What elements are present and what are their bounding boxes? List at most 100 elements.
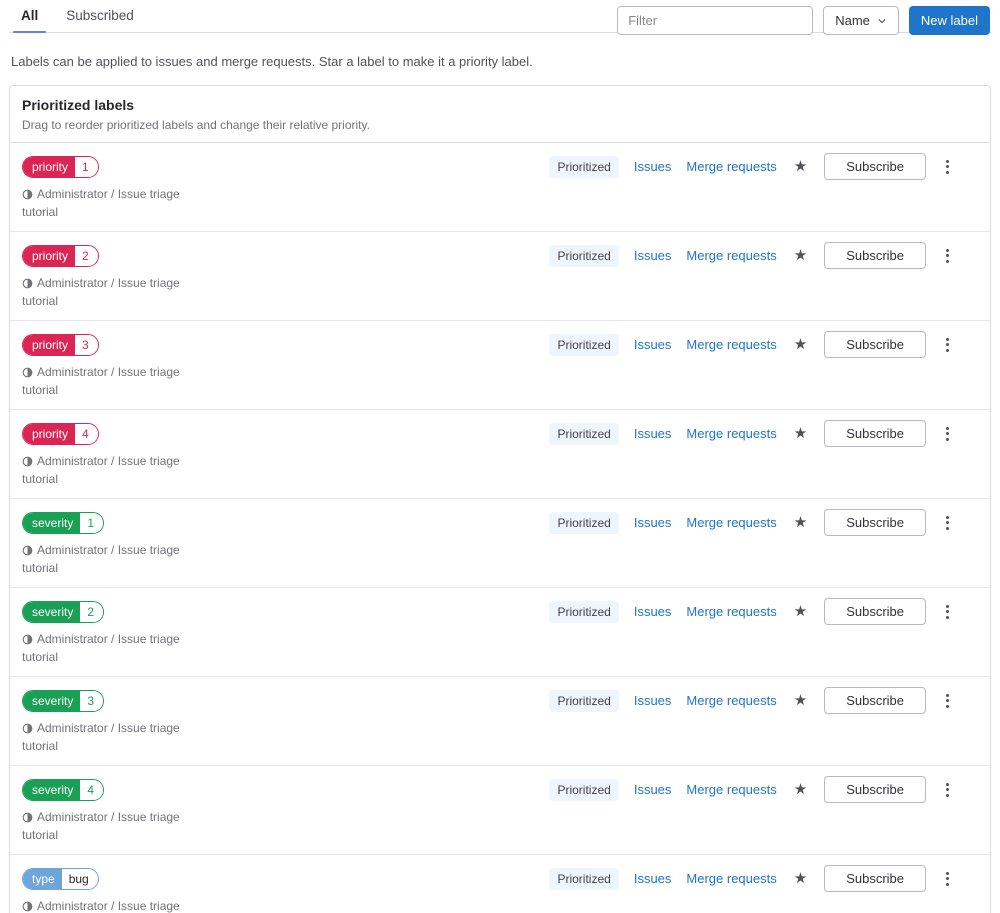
scoped-label-key: severity <box>23 512 81 533</box>
subscribe-button[interactable]: Subscribe <box>824 687 926 714</box>
scoped-label[interactable]: priority 2 <box>22 244 99 267</box>
project-path: Administrator / Issue triage <box>22 365 978 379</box>
project-path-line2: tutorial <box>22 561 59 575</box>
label-row[interactable]: priority 3 Prioritized Issues Merge requ… <box>10 320 990 409</box>
issues-link[interactable]: Issues <box>634 871 672 886</box>
scoped-label[interactable]: severity 4 <box>22 778 105 801</box>
project-path-line2: tutorial <box>22 650 59 664</box>
more-actions-icon[interactable] <box>941 599 954 625</box>
merge-requests-link[interactable]: Merge requests <box>686 426 776 441</box>
filter-input[interactable] <box>618 7 813 34</box>
merge-requests-link[interactable]: Merge requests <box>686 604 776 619</box>
page-description: Labels can be applied to issues and merg… <box>11 54 533 69</box>
project-path-line1: Administrator / Issue triage <box>37 810 180 824</box>
sort-dropdown[interactable]: Name <box>823 6 899 35</box>
label-row[interactable]: severity 2 Prioritized Issues Merge requ… <box>10 587 990 676</box>
project-path-line1: Administrator / Issue triage <box>37 365 180 379</box>
issues-link[interactable]: Issues <box>634 159 672 174</box>
subscribe-button[interactable]: Subscribe <box>824 420 926 447</box>
scoped-label-value: 3 <box>75 334 98 355</box>
star-icon[interactable]: ★ <box>792 515 809 530</box>
label-row[interactable]: severity 1 Prioritized Issues Merge requ… <box>10 498 990 587</box>
label-row[interactable]: severity 4 Prioritized Issues Merge requ… <box>10 765 990 854</box>
star-icon[interactable]: ★ <box>792 248 809 263</box>
scoped-label[interactable]: severity 3 <box>22 689 105 712</box>
label-row[interactable]: severity 3 Prioritized Issues Merge requ… <box>10 676 990 765</box>
subscribe-button[interactable]: Subscribe <box>824 509 926 536</box>
scoped-label[interactable]: priority 3 <box>22 333 99 356</box>
more-actions-icon[interactable] <box>941 243 954 269</box>
prioritized-indicator: Prioritized <box>549 511 619 534</box>
merge-requests-link[interactable]: Merge requests <box>686 515 776 530</box>
prioritized-labels-card: Prioritized labels Drag to reorder prior… <box>9 85 991 913</box>
label-row[interactable]: priority 2 Prioritized Issues Merge requ… <box>10 231 990 320</box>
label-row[interactable]: priority 1 Prioritized Issues Merge requ… <box>10 143 990 231</box>
subscribe-button[interactable]: Subscribe <box>824 776 926 803</box>
subscribe-button[interactable]: Subscribe <box>824 242 926 269</box>
issues-link[interactable]: Issues <box>634 604 672 619</box>
issues-link[interactable]: Issues <box>634 337 672 352</box>
merge-requests-link[interactable]: Merge requests <box>686 337 776 352</box>
more-actions-icon[interactable] <box>941 154 954 180</box>
project-path: Administrator / Issue triage <box>22 454 978 468</box>
chevron-down-icon <box>877 16 887 26</box>
merge-requests-link[interactable]: Merge requests <box>686 248 776 263</box>
subscribe-button[interactable]: Subscribe <box>824 598 926 625</box>
scoped-label-key: priority <box>23 334 76 355</box>
group-icon <box>22 634 33 645</box>
merge-requests-link[interactable]: Merge requests <box>686 159 776 174</box>
star-icon[interactable]: ★ <box>792 337 809 352</box>
project-path: Administrator / Issue triage <box>22 543 978 557</box>
subscribe-button[interactable]: Subscribe <box>824 153 926 180</box>
more-actions-icon[interactable] <box>941 866 954 892</box>
scoped-label[interactable]: type bug <box>22 867 99 890</box>
label-row-top: severity 4 Prioritized Issues Merge requ… <box>22 776 978 803</box>
scoped-label[interactable]: severity 2 <box>22 600 105 623</box>
star-icon[interactable]: ★ <box>792 159 809 174</box>
card-title: Prioritized labels <box>22 97 135 113</box>
project-path: Administrator / Issue triage <box>22 632 978 646</box>
more-actions-icon[interactable] <box>941 421 954 447</box>
scoped-label[interactable]: severity 1 <box>22 511 105 534</box>
more-actions-icon[interactable] <box>941 332 954 358</box>
issues-link[interactable]: Issues <box>634 693 672 708</box>
issues-link[interactable]: Issues <box>634 782 672 797</box>
merge-requests-link[interactable]: Merge requests <box>686 693 776 708</box>
tab-subscribed[interactable]: Subscribed <box>56 0 144 32</box>
star-icon[interactable]: ★ <box>792 426 809 441</box>
scoped-label[interactable]: priority 4 <box>22 422 99 445</box>
scoped-label[interactable]: priority 1 <box>22 155 99 178</box>
group-icon <box>22 901 33 912</box>
card-subtitle: Drag to reorder prioritized labels and c… <box>22 118 370 132</box>
star-icon[interactable]: ★ <box>792 782 809 797</box>
label-row-top: severity 3 Prioritized Issues Merge requ… <box>22 687 978 714</box>
more-actions-icon[interactable] <box>941 688 954 714</box>
scoped-label-key: type <box>23 868 62 889</box>
star-icon[interactable]: ★ <box>792 871 809 886</box>
subscribe-button[interactable]: Subscribe <box>824 331 926 358</box>
subscribe-button[interactable]: Subscribe <box>824 865 926 892</box>
merge-requests-link[interactable]: Merge requests <box>686 782 776 797</box>
issues-link[interactable]: Issues <box>634 248 672 263</box>
merge-requests-link[interactable]: Merge requests <box>686 871 776 886</box>
label-row[interactable]: type bug Prioritized Issues Merge reques… <box>10 854 990 913</box>
issues-link[interactable]: Issues <box>634 515 672 530</box>
issues-link[interactable]: Issues <box>634 426 672 441</box>
star-icon[interactable]: ★ <box>792 693 809 708</box>
more-actions-icon[interactable] <box>941 777 954 803</box>
prioritized-indicator: Prioritized <box>549 155 619 178</box>
prioritized-indicator: Prioritized <box>549 778 619 801</box>
more-actions-icon[interactable] <box>941 510 954 536</box>
new-label-button[interactable]: New label <box>908 6 990 35</box>
label-row-actions: Prioritized Issues Merge requests ★ Subs… <box>549 153 978 180</box>
prioritized-indicator: Prioritized <box>549 600 619 623</box>
label-row[interactable]: priority 4 Prioritized Issues Merge requ… <box>10 409 990 498</box>
prioritized-indicator: Prioritized <box>549 333 619 356</box>
label-row-actions: Prioritized Issues Merge requests ★ Subs… <box>549 242 978 269</box>
label-row-top: type bug Prioritized Issues Merge reques… <box>22 865 978 892</box>
tab-all[interactable]: All <box>11 0 48 33</box>
star-icon[interactable]: ★ <box>792 604 809 619</box>
project-path-line2: tutorial <box>22 205 59 219</box>
project-path-line2: tutorial <box>22 828 59 842</box>
project-path-line2: tutorial <box>22 294 59 308</box>
